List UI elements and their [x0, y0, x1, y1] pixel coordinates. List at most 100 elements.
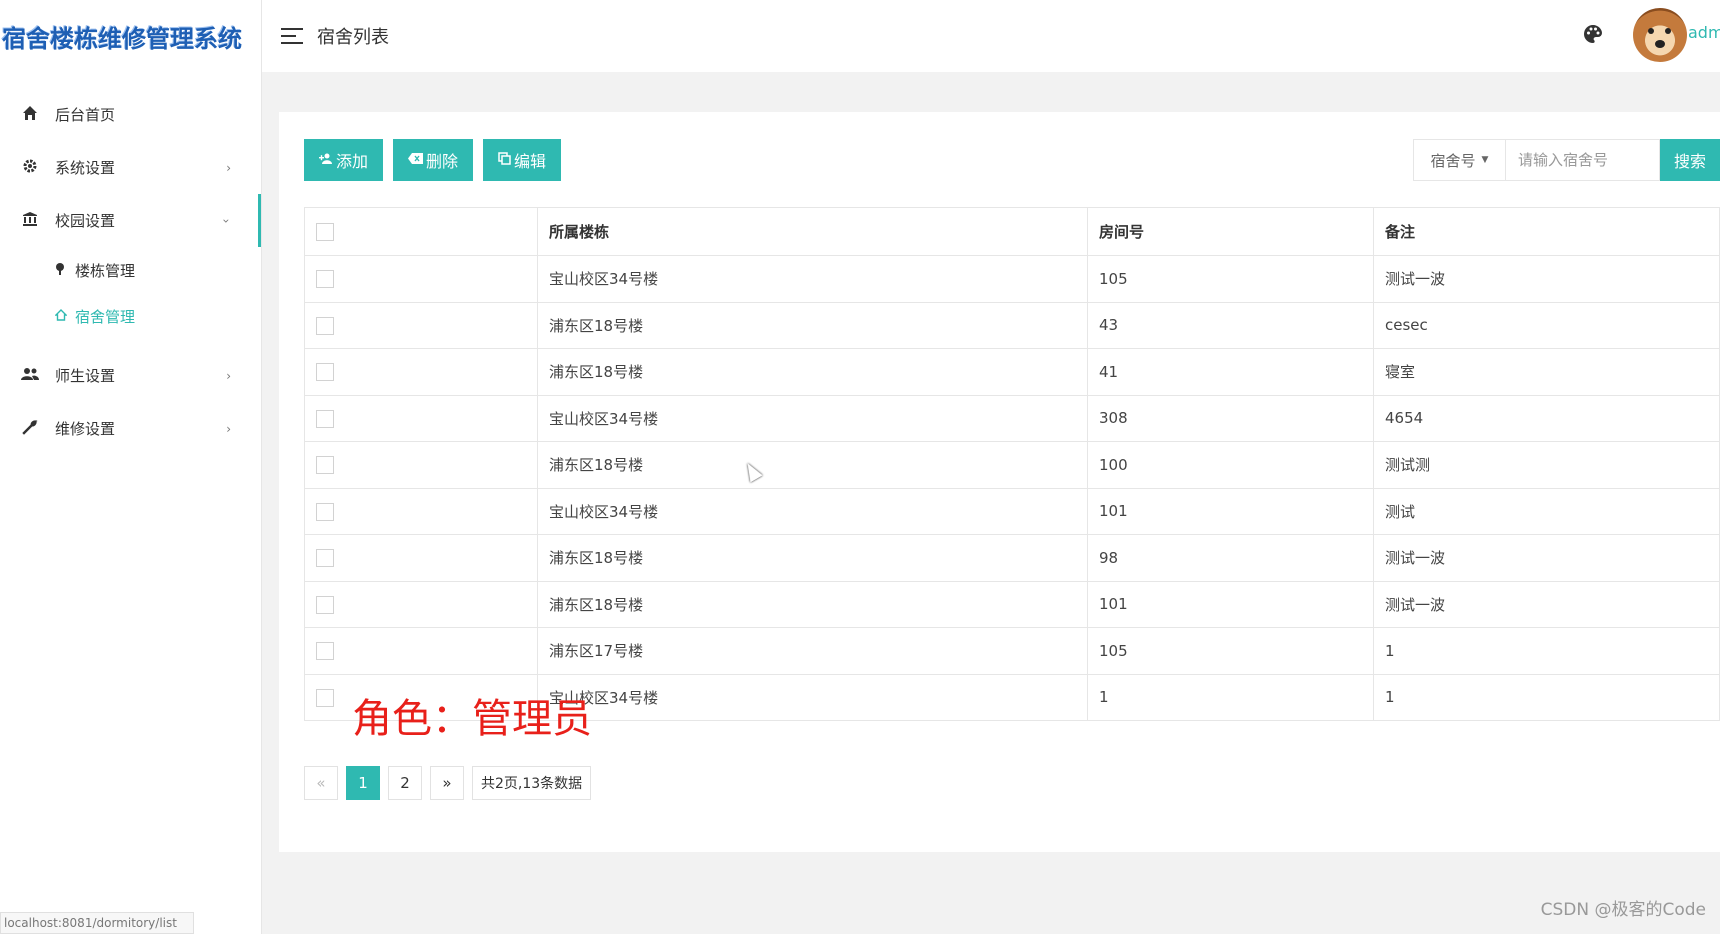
- row-select-cell: [304, 394, 538, 442]
- cell-remark: 测试测: [1373, 441, 1720, 489]
- page-button-2[interactable]: 2: [388, 766, 422, 800]
- cell-room: 105: [1087, 255, 1374, 303]
- row-checkbox[interactable]: [316, 549, 334, 567]
- row-checkbox[interactable]: [316, 502, 334, 521]
- row-checkbox[interactable]: [316, 595, 334, 614]
- pagination-info: 共2页,13条数据: [472, 766, 592, 800]
- select-all-checkbox[interactable]: [316, 222, 334, 241]
- table-row[interactable]: 浦东区18号楼 101 测试一波: [304, 580, 1720, 628]
- column-header-remark[interactable]: 备注: [1373, 207, 1720, 256]
- cell-remark: 1: [1373, 627, 1720, 675]
- sidebar-item-repair-settings[interactable]: 维修设置 ›: [0, 402, 261, 455]
- table-row[interactable]: 浦东区18号楼 43 cesec: [304, 301, 1720, 349]
- dormitory-table: 所属楼栋 房间号 备注 宝山校区34号楼 105 测试一波 浦东区18号楼 43…: [304, 207, 1720, 721]
- sidebar-item-dormitory-management[interactable]: 宿舍管理: [0, 293, 261, 339]
- row-checkbox[interactable]: [316, 456, 334, 474]
- row-checkbox[interactable]: [316, 316, 334, 335]
- cell-building: 宝山校区34号楼: [537, 394, 1088, 442]
- row-checkbox[interactable]: [316, 642, 334, 660]
- add-button[interactable]: 添加: [304, 139, 384, 181]
- next-page-button[interactable]: »: [430, 766, 464, 800]
- role-overlay-text: 角色：管理员: [352, 696, 592, 742]
- sidebar-item-home[interactable]: 后台首页: [0, 88, 261, 141]
- cell-building: 浦东区18号楼: [537, 534, 1088, 582]
- menu-toggle-icon[interactable]: [281, 28, 303, 44]
- sidebar-item-building-management[interactable]: 楼栋管理: [0, 247, 261, 293]
- cell-remark: cesec: [1373, 301, 1720, 349]
- cell-remark: 4654: [1373, 394, 1720, 442]
- cell-room: 1: [1087, 673, 1374, 721]
- page-button-1[interactable]: 1: [346, 766, 380, 800]
- edit-button-label: 编辑: [514, 152, 547, 171]
- edit-button[interactable]: 编辑: [483, 139, 562, 181]
- table-row[interactable]: 浦东区17号楼 105 1: [304, 627, 1720, 675]
- sidebar-item-label: 后台首页: [55, 106, 116, 124]
- username[interactable]: adm: [1688, 23, 1720, 42]
- caret-down-icon: ▼: [1481, 155, 1489, 165]
- search-bar: 宿舍号 ▼ 搜索: [1413, 139, 1720, 181]
- row-select-cell: [304, 580, 538, 628]
- cell-room: 101: [1087, 580, 1374, 628]
- cell-room: 41: [1087, 348, 1374, 396]
- chevron-right-icon: ›: [226, 160, 231, 175]
- sidebar: 宿舍楼栋维修管理系统 后台首页 系统设置 › 校园设置 ‹ 楼栋管理 宿舍管理 …: [0, 0, 262, 934]
- cell-room: 100: [1087, 441, 1374, 489]
- row-select-cell: [304, 441, 538, 489]
- add-button-label: 添加: [336, 152, 369, 171]
- cell-remark: 测试一波: [1373, 580, 1720, 628]
- column-header-building[interactable]: 所属楼栋: [537, 207, 1088, 256]
- top-header: 宿舍列表 adm: [262, 0, 1720, 72]
- pagination: « 1 2 » 共2页,13条数据: [304, 766, 592, 800]
- avatar[interactable]: [1633, 8, 1687, 62]
- table-row[interactable]: 浦东区18号楼 98 测试一波: [304, 534, 1720, 582]
- cell-room: 101: [1087, 487, 1374, 535]
- browser-status-url: localhost:8081/dormitory/list: [0, 912, 194, 934]
- table-row[interactable]: 宝山校区34号楼 101 测试: [304, 487, 1720, 535]
- table-row[interactable]: 浦东区18号楼 100 测试测: [304, 441, 1720, 489]
- delete-button[interactable]: 删除: [393, 139, 474, 181]
- row-checkbox[interactable]: [316, 409, 334, 428]
- cell-building: 浦东区17号楼: [537, 627, 1088, 675]
- search-input[interactable]: [1505, 139, 1660, 181]
- sidebar-item-system-settings[interactable]: 系统设置 ›: [0, 141, 261, 194]
- palette-icon[interactable]: [1583, 24, 1603, 44]
- row-select-cell: [304, 487, 538, 535]
- campus-submenu: 楼栋管理 宿舍管理: [0, 247, 261, 339]
- cell-building: 浦东区18号楼: [537, 301, 1088, 349]
- cell-room: 308: [1087, 394, 1374, 442]
- row-checkbox[interactable]: [316, 270, 334, 288]
- row-select-cell: [304, 627, 538, 675]
- cell-remark: 1: [1373, 673, 1720, 721]
- users-icon: [20, 367, 40, 385]
- app-logo: 宿舍楼栋维修管理系统: [0, 0, 261, 72]
- chevron-right-icon: ›: [226, 368, 231, 383]
- sidebar-sub-item-label: 楼栋管理: [75, 261, 136, 280]
- sidebar-item-teacher-student-settings[interactable]: 师生设置 ›: [0, 349, 261, 402]
- app-logo-text: 宿舍楼栋维修管理系统: [2, 24, 242, 53]
- institution-icon: [20, 211, 40, 231]
- cell-room: 105: [1087, 627, 1374, 675]
- table-header-row: 所属楼栋 房间号 备注: [304, 207, 1720, 256]
- table-row[interactable]: 宝山校区34号楼 105 测试一波: [304, 255, 1720, 303]
- row-checkbox[interactable]: [316, 688, 334, 707]
- gear-icon: [20, 158, 40, 178]
- row-select-cell: [304, 348, 538, 396]
- search-field-select[interactable]: 宿舍号 ▼: [1413, 139, 1505, 181]
- prev-page-button[interactable]: «: [304, 766, 338, 800]
- chevron-down-icon: ‹: [218, 218, 233, 223]
- sidebar-item-label: 维修设置: [55, 420, 116, 438]
- cell-remark: 测试一波: [1373, 255, 1720, 303]
- search-button[interactable]: 搜索: [1660, 139, 1720, 181]
- table-row[interactable]: 宝山校区34号楼 308 4654: [304, 394, 1720, 442]
- row-checkbox[interactable]: [316, 363, 334, 381]
- table-row[interactable]: 浦东区18号楼 41 寝室: [304, 348, 1720, 396]
- sidebar-item-campus-settings[interactable]: 校园设置 ‹: [0, 194, 261, 247]
- add-user-icon: [319, 153, 333, 168]
- cell-room: 43: [1087, 301, 1374, 349]
- copy-icon: [498, 152, 511, 168]
- search-field-label: 宿舍号: [1430, 151, 1476, 170]
- column-header-room[interactable]: 房间号: [1087, 207, 1374, 256]
- wrench-icon: [20, 419, 40, 439]
- row-select-cell: [304, 534, 538, 582]
- delete-button-label: 删除: [426, 152, 459, 171]
